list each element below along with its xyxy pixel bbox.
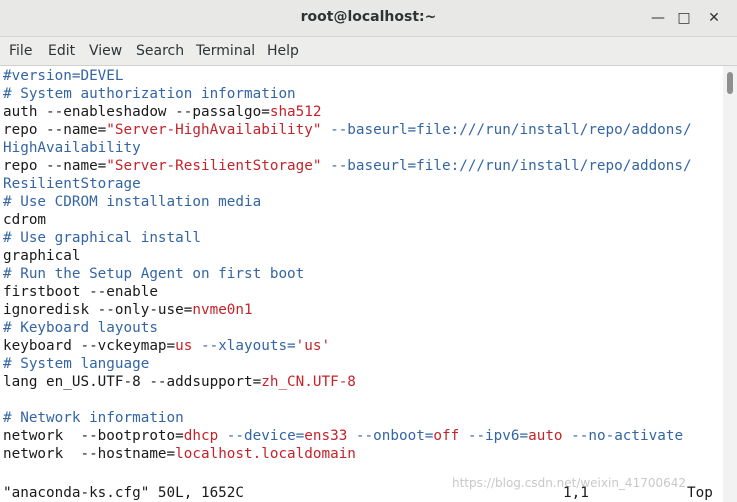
vim-status-file: "anaconda-ks.cfg" 50L, 1652C [3, 485, 245, 501]
terminal-text: "Server-HighAvailability" [106, 122, 322, 138]
terminal-text: dhcp [183, 428, 219, 444]
terminal-text: ResilientStorage [3, 176, 141, 192]
terminal-content[interactable]: #version=DEVEL # System authorization inf… [0, 66, 723, 502]
terminal-text: us [175, 338, 193, 354]
terminal-line: repo --name="Server-ResilientStorage" --… [3, 157, 692, 175]
terminal-text: HighAvailability [3, 140, 141, 156]
menu-view[interactable]: View [89, 43, 122, 59]
terminal-line: # Run the Setup Agent on first boot [3, 265, 304, 283]
terminal-text: nvme0n1 [192, 302, 253, 318]
terminal-text: # System language [3, 356, 150, 372]
terminal-line: # Use graphical install [3, 229, 201, 247]
terminal-text: # Use CDROM installation media [3, 194, 262, 210]
terminal-text: repo --name= [3, 122, 107, 138]
minimize-icon: — [651, 10, 665, 26]
menu-search[interactable]: Search [136, 43, 184, 59]
terminal-line: ignoredisk --only-use=nvme0n1 [3, 301, 253, 319]
maximize-icon: □ [677, 10, 691, 26]
terminal-text: ignoredisk --only-use= [3, 302, 193, 318]
close-icon: ✕ [708, 10, 720, 26]
terminal-text: ens33 [304, 428, 348, 444]
terminal-line: #version=DEVEL [3, 67, 124, 85]
terminal-line: network --bootproto=dhcp --device=ens33 … [3, 427, 683, 445]
terminal-text: zh_CN.UTF-8 [261, 374, 356, 390]
terminal-line: graphical [3, 247, 80, 265]
menu-file[interactable]: File [9, 43, 32, 59]
terminal-text: network --bootproto= [3, 428, 184, 444]
terminal-text: repo --name= [3, 158, 107, 174]
terminal-text: --baseurl= [321, 158, 417, 174]
scrollbar-thumb[interactable] [727, 72, 733, 94]
window-title: root@localhost:~ [300, 9, 437, 25]
terminal-text: #version=DEVEL [3, 68, 124, 84]
terminal-text: --ipv6= [459, 428, 529, 444]
terminal-text: --baseurl= [321, 122, 417, 138]
terminal-line: # System language [3, 355, 149, 373]
close-button[interactable]: ✕ [703, 7, 725, 29]
menu-help[interactable]: Help [267, 43, 299, 59]
terminal-line: cdrom [3, 211, 46, 229]
terminal-text: localhost.localdomain [175, 446, 356, 462]
terminal-text: file:///run/install/repo/addons/ [416, 122, 692, 138]
terminal-text: 'us' [295, 338, 331, 354]
terminal-line: ResilientStorage [3, 175, 141, 193]
title-bar: root@localhost:~ — □ ✕ [0, 0, 737, 37]
terminal-line: firstboot --enable [3, 283, 158, 301]
terminal-line: auth --enableshadow --passalgo=sha512 [3, 103, 322, 121]
terminal-text: # Run the Setup Agent on first boot [3, 266, 305, 282]
terminal-text: off [433, 428, 460, 444]
terminal-text: auth --enableshadow --passalgo= [3, 104, 270, 120]
terminal-line: lang en_US.UTF-8 --addsupport=zh_CN.UTF-… [3, 373, 356, 391]
terminal-text: # Use graphical install [3, 230, 201, 246]
terminal-line: # Network information [3, 409, 184, 427]
maximize-button[interactable]: □ [673, 7, 695, 29]
vim-status-scroll: Top [687, 485, 713, 501]
terminal-line: # Use CDROM installation media [3, 193, 261, 211]
terminal-text: cdrom [3, 212, 47, 228]
terminal-line: keyboard --vckeymap=us --xlayouts='us' [3, 337, 330, 355]
terminal-text: keyboard --vckeymap= [3, 338, 176, 354]
scrollbar[interactable] [723, 66, 737, 502]
terminal-line: repo --name="Server-HighAvailability" --… [3, 121, 692, 139]
terminal-text: --onboot= [347, 428, 434, 444]
menu-bar: File Edit View Search Terminal Help [0, 37, 737, 66]
terminal-text: graphical [3, 248, 81, 264]
terminal-text: file:///run/install/repo/addons/ [416, 158, 692, 174]
vim-status-position: 1,1 [563, 485, 589, 501]
terminal-text: --device= [218, 428, 305, 444]
terminal-text: sha512 [269, 104, 322, 120]
terminal-line: HighAvailability [3, 139, 141, 157]
terminal-line: network --hostname=localhost.localdomain [3, 445, 356, 463]
terminal-text: lang en_US.UTF-8 --addsupport= [3, 374, 262, 390]
terminal-text: auto [528, 428, 563, 444]
menu-edit[interactable]: Edit [48, 43, 75, 59]
terminal-text: # Network information [3, 410, 184, 426]
terminal-line: # Keyboard layouts [3, 319, 158, 337]
terminal-text: # Keyboard layouts [3, 320, 158, 336]
terminal-text: --xlayouts= [192, 338, 296, 354]
terminal-text: --no-activate [562, 428, 684, 444]
menu-terminal[interactable]: Terminal [196, 43, 255, 59]
terminal-text: "Server-ResilientStorage" [106, 158, 322, 174]
terminal-text: firstboot --enable [3, 284, 158, 300]
terminal-line: # System authorization information [3, 85, 296, 103]
terminal-text: network --hostname= [3, 446, 176, 462]
minimize-button[interactable]: — [647, 7, 669, 29]
terminal-text: # System authorization information [3, 86, 296, 102]
